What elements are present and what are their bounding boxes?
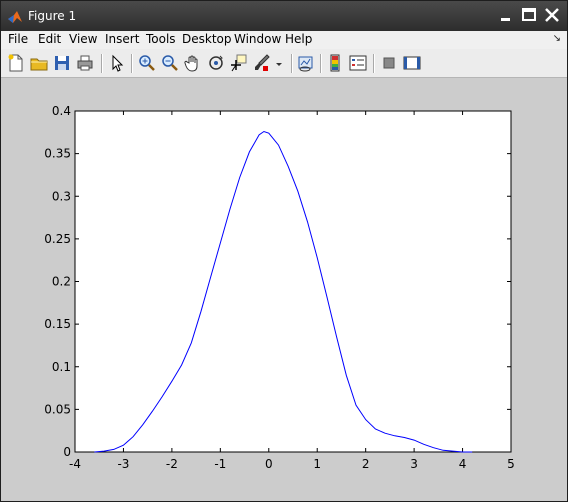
toolbar-separator — [291, 54, 293, 73]
y-tick-label: 0.05 — [44, 402, 71, 416]
new-figure-icon — [8, 54, 23, 72]
x-tick-label: -1 — [214, 457, 226, 471]
y-tick-label: 0 — [63, 445, 71, 459]
brush-icon — [255, 54, 270, 71]
hide-plot-tools-button[interactable] — [379, 53, 399, 73]
open-file-icon — [30, 58, 48, 71]
plot-area[interactable]: -4 -3 -2 -1 0 1 2 3 4 5 0 0.05 0.1 0.15 0.2 0.25 0.3 0.35… — [0, 77, 566, 477]
close-button[interactable] — [542, 6, 562, 25]
legend-button[interactable] — [348, 53, 368, 73]
x-tick-label: 1 — [313, 457, 321, 471]
data-cursor-button[interactable] — [229, 53, 249, 73]
toolbar-separator — [320, 54, 322, 73]
toolbar-separator — [373, 54, 375, 73]
rotate-3d-button[interactable] — [206, 53, 226, 73]
toolbar-separator — [101, 54, 103, 73]
y-tick-label: 0.1 — [52, 360, 71, 374]
menu-view[interactable]: View — [69, 32, 97, 46]
zoom-in-icon — [139, 55, 155, 71]
y-tick-label: 0.15 — [44, 317, 71, 331]
y-tick-label: 0.3 — [52, 189, 71, 203]
toolbar-separator — [131, 54, 133, 73]
brush-dropdown[interactable] — [273, 53, 285, 73]
colorbar-button[interactable] — [325, 53, 345, 73]
brush-button[interactable] — [252, 53, 272, 73]
save-button[interactable] — [52, 53, 72, 73]
maximize-icon — [522, 8, 536, 21]
pan-button[interactable] — [183, 53, 203, 73]
close-icon — [545, 8, 559, 22]
print-button[interactable] — [75, 53, 95, 73]
menu-tools[interactable]: Tools — [146, 32, 176, 46]
show-plot-tools-button[interactable] — [402, 53, 422, 73]
link-plot-icon — [298, 56, 313, 72]
y-tick-label: 0.25 — [44, 232, 71, 246]
x-tick-label: 0 — [265, 457, 273, 471]
open-file-button[interactable] — [29, 53, 49, 73]
menu-bar: File Edit View Insert Tools Desktop Wind… — [1, 31, 567, 49]
x-tick-label: -4 — [69, 457, 81, 471]
x-tick-label: 5 — [507, 457, 515, 471]
edit-plot-button[interactable] — [107, 53, 127, 73]
zoom-out-icon — [162, 55, 178, 71]
dock-arrow-icon[interactable]: ↘ — [553, 33, 561, 44]
new-figure-button[interactable] — [6, 53, 26, 73]
x-tick-label: 3 — [410, 457, 418, 471]
edit-plot-arrow-icon — [112, 54, 124, 72]
data-cursor-icon — [231, 54, 247, 72]
zoom-in-button[interactable] — [137, 53, 157, 73]
y-tick-label: 0.2 — [52, 275, 71, 289]
rotate-3d-icon — [209, 55, 223, 70]
axes-background[interactable] — [74, 110, 512, 453]
brush-dropdown-icon — [276, 63, 282, 66]
y-tick-label: 0.35 — [44, 147, 71, 161]
title-bar[interactable]: Figure 1 — [1, 1, 567, 31]
x-tick-label: -2 — [166, 457, 178, 471]
minimize-button[interactable] — [496, 6, 516, 25]
menu-desktop[interactable]: Desktop — [182, 32, 232, 46]
legend-icon — [349, 55, 367, 71]
menu-window[interactable]: Window — [234, 32, 281, 46]
y-tick-label: 0.4 — [52, 104, 71, 118]
x-tick-label: -3 — [117, 457, 129, 471]
matlab-logo-icon — [8, 9, 22, 23]
menu-edit[interactable]: Edit — [38, 32, 61, 46]
zoom-out-button[interactable] — [160, 53, 180, 73]
x-tick-label: 4 — [459, 457, 467, 471]
maximize-button[interactable] — [519, 6, 539, 25]
link-plot-button[interactable] — [296, 53, 316, 73]
x-tick-label: 2 — [362, 457, 370, 471]
menu-insert[interactable]: Insert — [105, 32, 139, 46]
figure-toolbar — [1, 49, 567, 78]
minimize-icon — [501, 18, 510, 21]
colorbar-icon — [330, 54, 340, 72]
save-icon — [55, 56, 69, 70]
print-icon — [77, 55, 93, 71]
hide-plot-tools-icon — [383, 57, 395, 69]
window-title: Figure 1 — [28, 9, 77, 23]
pan-hand-icon — [184, 55, 198, 72]
show-plot-tools-icon — [403, 56, 421, 70]
menu-file[interactable]: File — [8, 32, 28, 46]
menu-help[interactable]: Help — [285, 32, 312, 46]
